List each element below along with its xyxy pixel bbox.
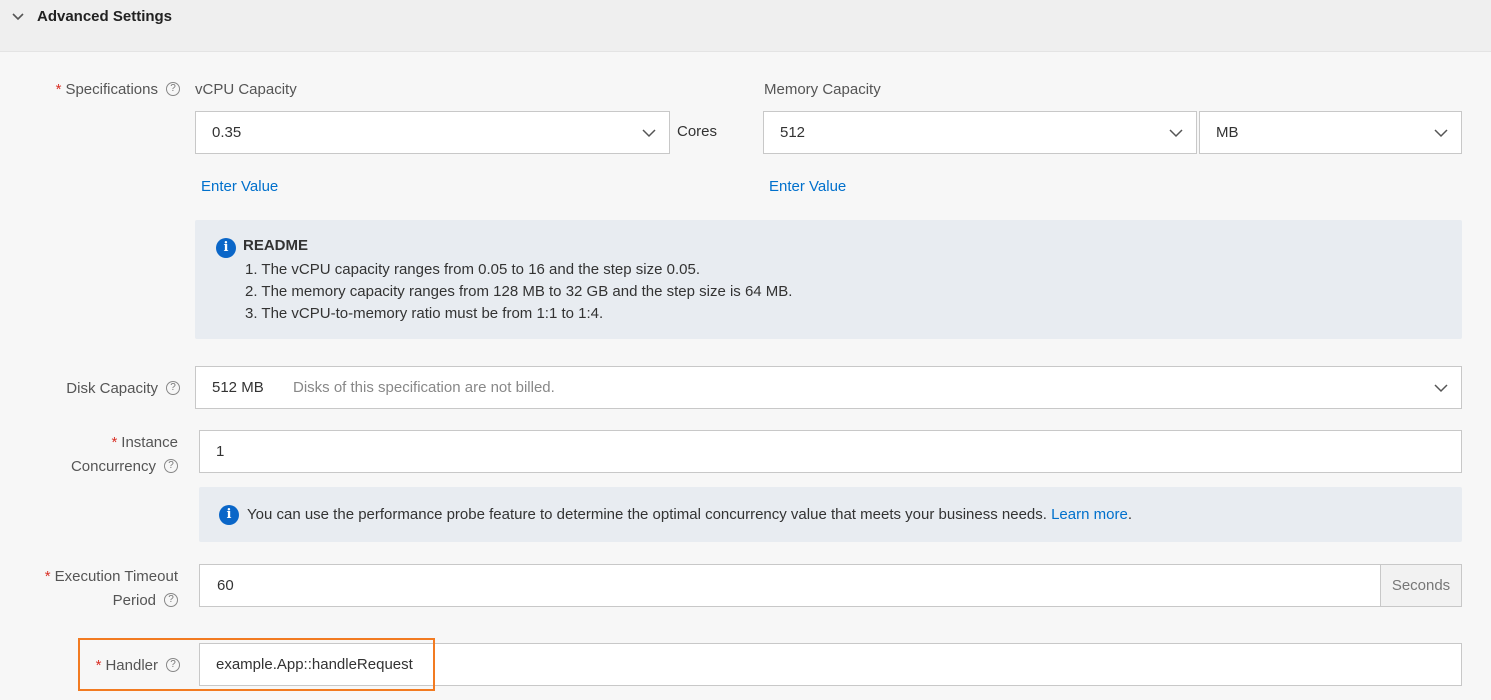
readme-title: README [243, 237, 309, 254]
instance-concurrency-input[interactable]: 1 [199, 430, 1462, 473]
highlight-box [78, 638, 435, 691]
concurrency-notice: i You can use the performance probe feat… [199, 487, 1462, 542]
help-icon[interactable]: ? [164, 459, 178, 474]
readme-line: 1. The vCPU capacity ranges from 0.05 to… [245, 261, 700, 278]
specifications-label: * Specifications? [20, 78, 180, 102]
chevron-down-icon [1169, 129, 1183, 138]
section-title: Advanced Settings [37, 8, 173, 25]
help-icon[interactable]: ? [164, 593, 178, 608]
timeout-unit-addon: Seconds [1380, 564, 1462, 607]
disk-capacity-note: Disks of this specification are not bill… [293, 379, 555, 396]
chevron-down-icon [12, 13, 24, 21]
info-icon: i [219, 505, 239, 525]
vcpu-capacity-label: vCPU Capacity [195, 81, 297, 98]
vcpu-capacity-select[interactable]: 0.35 [195, 111, 670, 154]
memory-unit-select[interactable]: MB [1199, 111, 1462, 154]
instance-concurrency-label: * Instance Concurrency? [70, 434, 178, 475]
help-icon[interactable]: ? [166, 82, 180, 97]
learn-more-link[interactable]: Learn more [1051, 506, 1128, 523]
chevron-down-icon [1434, 129, 1448, 138]
memory-capacity-label: Memory Capacity [764, 81, 881, 98]
readme-notice: i README 1. The vCPU capacity ranges fro… [195, 220, 1462, 339]
readme-line: 2. The memory capacity ranges from 128 M… [245, 283, 793, 300]
memory-enter-value-link[interactable]: Enter Value [769, 178, 846, 195]
disk-capacity-select[interactable]: 512 MB Disks of this specification are n… [195, 366, 1462, 409]
info-icon: i [216, 238, 236, 258]
chevron-down-icon [1434, 384, 1448, 393]
disk-capacity-label: Disk Capacity? [20, 377, 180, 401]
execution-timeout-input[interactable]: 60 [199, 564, 1381, 607]
chevron-down-icon [642, 129, 656, 138]
memory-capacity-select[interactable]: 512 [763, 111, 1197, 154]
readme-line: 3. The vCPU-to-memory ratio must be from… [245, 305, 604, 322]
execution-timeout-label: * Execution Timeout Period? [44, 568, 178, 609]
concurrency-notice-text: You can use the performance probe featur… [247, 506, 1132, 523]
vcpu-enter-value-link[interactable]: Enter Value [201, 178, 278, 195]
advanced-settings-header[interactable]: Advanced Settings [0, 0, 1491, 52]
vcpu-unit: Cores [677, 123, 718, 140]
help-icon[interactable]: ? [166, 381, 180, 396]
